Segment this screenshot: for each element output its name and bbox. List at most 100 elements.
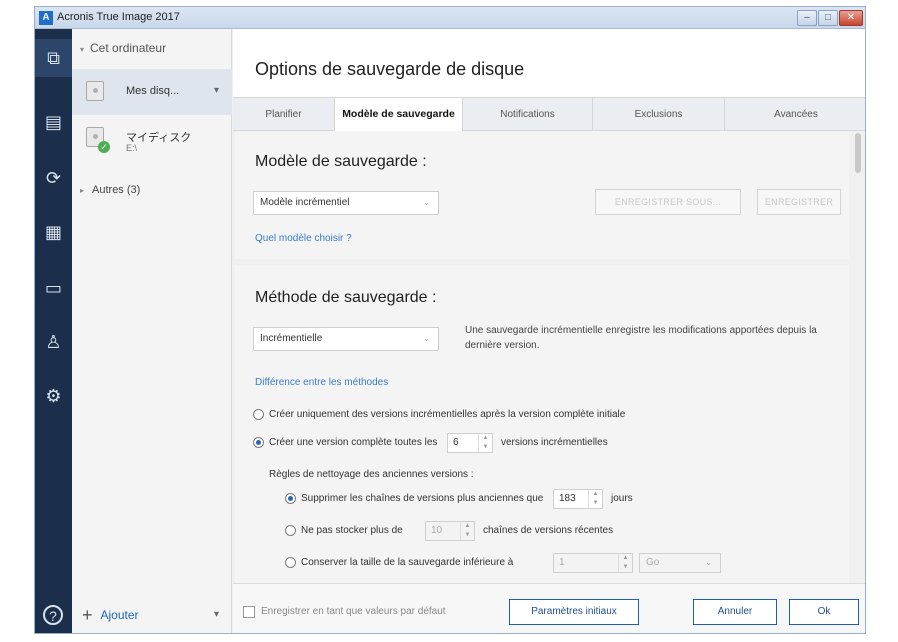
plus-icon: +: [82, 605, 93, 625]
spin-up-icon[interactable]: ▲: [465, 523, 471, 529]
scheme-select-value: Modèle incrémentiel: [260, 197, 350, 208]
spin-down-icon[interactable]: ▼: [483, 444, 489, 450]
sidebar-rail: ⧉ ▤ ⟳ ▦ ▭ ♙ ⚙ ?: [35, 29, 72, 633]
save-as-button[interactable]: ENREGISTRER SOUS...: [595, 189, 741, 215]
tree-header-label: Cet ordinateur: [90, 41, 167, 55]
chevron-down-icon[interactable]: ▾: [214, 85, 219, 96]
minimize-button[interactable]: –: [797, 10, 817, 26]
options-tabs: Planifier Modèle de sauvegarde Notificat…: [233, 97, 865, 132]
scrollbar-thumb[interactable]: [855, 133, 861, 173]
keep-max-chains-prefix[interactable]: Ne pas stocker plus de: [301, 525, 403, 536]
stepper-value: 6: [453, 437, 459, 448]
spin-down-icon[interactable]: ▼: [465, 532, 471, 538]
expand-icon: ▸: [80, 186, 85, 195]
method-section: Méthode de sauvegarde : Incrémentielle ⌄…: [235, 265, 849, 583]
stepper-value: 1: [559, 557, 565, 568]
method-select-value: Incrémentielle: [260, 333, 323, 344]
keep-max-chains-suffix: chaînes de versions récentes: [483, 525, 614, 536]
backup-icon[interactable]: ⧉: [35, 47, 72, 69]
acronis-logo-icon: A: [39, 11, 53, 25]
full-every-n-suffix: versions incrémentielles: [501, 437, 608, 448]
options-panel: Options de sauvegarde de disque Planifie…: [233, 29, 865, 633]
scheme-section: Modèle de sauvegarde : Modèle incrémenti…: [235, 131, 849, 259]
devices-icon[interactable]: ▭: [35, 277, 72, 299]
collapse-icon: ▾: [80, 45, 85, 54]
save-as-default-label[interactable]: Enregistrer en tant que valeurs par défa…: [261, 606, 446, 617]
delete-older-days-stepper[interactable]: 183 ▲ ▼: [553, 489, 603, 509]
size-unit-value: Go: [646, 557, 660, 568]
backup-item-drive: E:\: [126, 143, 138, 153]
dialog-footer: Enregistrer en tant que valeurs par défa…: [233, 583, 865, 633]
scheme-select[interactable]: Modèle incrémentiel ⌄: [253, 191, 439, 215]
stepper-arrows[interactable]: ▲ ▼: [588, 490, 602, 508]
full-every-n-stepper[interactable]: 6 ▲ ▼: [447, 433, 493, 453]
stepper-arrows[interactable]: ▲ ▼: [478, 434, 492, 452]
tools-icon[interactable]: ▦: [35, 221, 72, 243]
scheme-help-link[interactable]: Quel modèle choisir ?: [255, 233, 352, 244]
settings-icon[interactable]: ⚙: [35, 385, 72, 407]
keep-max-chains-radio[interactable]: [285, 525, 296, 536]
add-backup-button[interactable]: + Ajouter: [82, 605, 139, 626]
full-once-label[interactable]: Créer uniquement des versions incrémenti…: [269, 409, 625, 420]
tab-exclusions[interactable]: Exclusions: [593, 98, 725, 131]
chevron-down-icon: ⌄: [705, 558, 712, 567]
title-bar: A Acronis True Image 2017 – □ ✕: [35, 7, 865, 29]
sync-icon[interactable]: ⟳: [35, 167, 72, 189]
full-every-n-prefix[interactable]: Créer une version complète toutes les: [269, 437, 437, 448]
spin-up-icon[interactable]: ▲: [593, 491, 599, 497]
maximize-button[interactable]: □: [818, 10, 838, 26]
spin-up-icon[interactable]: ▲: [483, 435, 489, 441]
window-title: Acronis True Image 2017: [57, 11, 180, 23]
full-every-n-radio[interactable]: [253, 437, 264, 448]
reset-defaults-button[interactable]: Paramètres initiaux: [509, 599, 639, 625]
app-window: A Acronis True Image 2017 – □ ✕ ⧉ ▤ ⟳ ▦ …: [34, 6, 866, 634]
add-label: Ajouter: [100, 608, 139, 622]
status-ok-icon: ✓: [98, 141, 110, 153]
delete-older-suffix: jours: [611, 493, 633, 504]
backup-item-label: Mes disq...: [126, 85, 180, 97]
account-icon[interactable]: ♙: [35, 331, 72, 353]
spin-up-icon[interactable]: ▲: [623, 555, 629, 561]
chevron-down-icon[interactable]: ▾: [214, 609, 219, 620]
full-once-radio[interactable]: [253, 409, 264, 420]
tree-header[interactable]: ▾ Cet ordinateur: [80, 41, 166, 55]
keep-max-chains-stepper[interactable]: 10 ▲ ▼: [425, 521, 475, 541]
stepper-value: 183: [559, 493, 576, 504]
delete-older-radio[interactable]: [285, 493, 296, 504]
tab-advanced[interactable]: Avancées: [725, 98, 865, 131]
cleanup-rules-title: Règles de nettoyage des anciennes versio…: [269, 469, 474, 480]
spin-down-icon[interactable]: ▼: [623, 564, 629, 570]
save-as-default-checkbox[interactable]: [243, 606, 255, 618]
ok-button[interactable]: Ok: [789, 599, 859, 625]
others-group[interactable]: ▸ Autres (3): [80, 184, 140, 196]
page-title: Options de sauvegarde de disque: [255, 59, 525, 79]
archive-icon[interactable]: ▤: [35, 111, 72, 133]
close-window-button[interactable]: ✕: [839, 10, 863, 26]
method-heading: Méthode de sauvegarde :: [255, 289, 437, 306]
size-limit-radio[interactable]: [285, 557, 296, 568]
help-icon[interactable]: ?: [43, 605, 63, 625]
scheme-heading: Modèle de sauvegarde :: [255, 153, 427, 170]
tab-schedule[interactable]: Planifier: [233, 98, 335, 131]
cancel-button[interactable]: Annuler: [693, 599, 777, 625]
chevron-down-icon: ⌄: [423, 198, 430, 207]
tab-backup-scheme[interactable]: Modèle de sauvegarde: [335, 98, 463, 132]
stepper-arrows[interactable]: ▲ ▼: [460, 522, 474, 540]
chevron-down-icon: ⌄: [423, 334, 430, 343]
method-description: Une sauvegarde incrémentielle enregistre…: [465, 325, 817, 351]
save-scheme-button[interactable]: ENREGISTRER: [757, 189, 841, 215]
others-label: Autres (3): [92, 184, 141, 196]
options-scroll-area[interactable]: Modèle de sauvegarde : Modèle incrémenti…: [233, 131, 865, 583]
stepper-arrows[interactable]: ▲ ▼: [618, 554, 632, 572]
size-limit-prefix[interactable]: Conserver la taille de la sauvegarde inf…: [301, 557, 513, 568]
spin-down-icon[interactable]: ▼: [593, 500, 599, 506]
backup-list-pane: ▾ Cet ordinateur Mes disq... ▾ ✓ マイディスク E…: [72, 29, 232, 633]
method-diff-link[interactable]: Différence entre les méthodes: [255, 377, 388, 388]
size-unit-select[interactable]: Go ⌄: [639, 553, 721, 573]
delete-older-prefix[interactable]: Supprimer les chaînes de versions plus a…: [301, 493, 543, 504]
stepper-value: 10: [431, 525, 443, 536]
method-select[interactable]: Incrémentielle ⌄: [253, 327, 439, 351]
disk-icon: [86, 81, 104, 101]
tab-notifications[interactable]: Notifications: [463, 98, 593, 131]
size-limit-stepper[interactable]: 1 ▲ ▼: [553, 553, 633, 573]
